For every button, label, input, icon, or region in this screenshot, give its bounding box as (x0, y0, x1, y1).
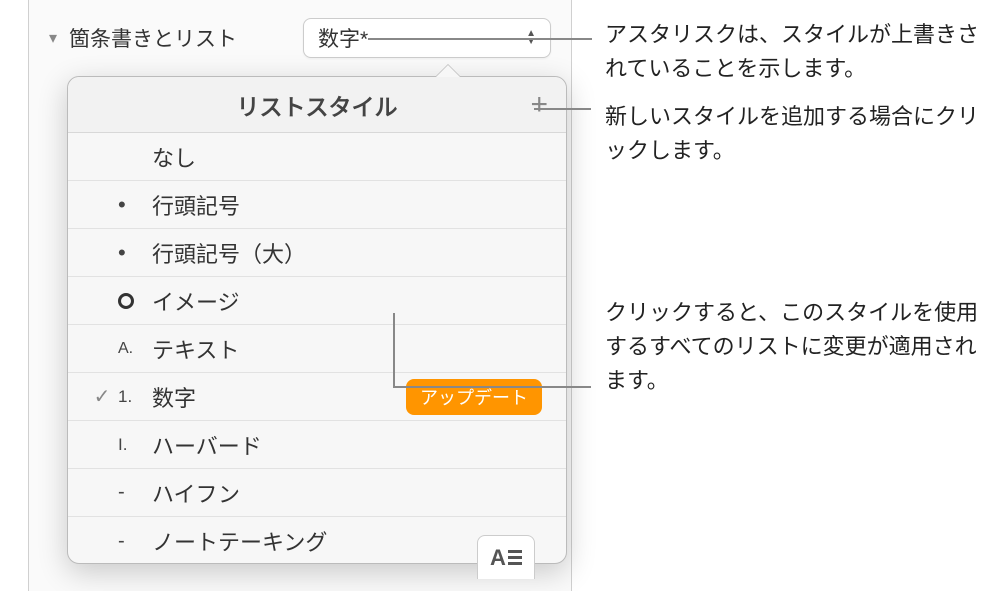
bullet-icon: - (118, 530, 152, 553)
list-item-label: テキスト (152, 333, 548, 365)
bullet-icon: - (118, 481, 152, 504)
add-style-button[interactable]: + (530, 90, 548, 120)
popover-title: リストスタイル (237, 88, 398, 122)
callout-update: クリックすると、このスタイルを使用するすべてのリストに変更が適用されます。 (605, 296, 985, 398)
list-item-label: 行頭記号（大） (152, 237, 548, 269)
list-item-label: イメージ (152, 285, 548, 317)
list-item-bullet[interactable]: • 行頭記号 (68, 181, 566, 229)
format-panel: ▾ 箇条書きとリスト 数字* ▲▼ リストスタイル + なし • 行頭記号 (28, 0, 572, 591)
list-item-text[interactable]: A. テキスト (68, 325, 566, 373)
dropdown-value: 数字* (318, 23, 368, 53)
popover-header: リストスタイル + (68, 77, 566, 133)
list-item-label: ハーバード (152, 429, 548, 461)
list-item-none[interactable]: なし (68, 133, 566, 181)
callout-asterisk: アスタリスクは、スタイルが上書きされていることを示します。 (605, 18, 985, 86)
callout-line (393, 386, 591, 388)
callout-line (534, 108, 591, 110)
callout-line (393, 313, 395, 387)
bullet-icon: • (118, 192, 152, 218)
section-title: 箇条書きとリスト (69, 23, 237, 53)
chevron-down-icon[interactable]: ▾ (49, 28, 57, 48)
callout-line (368, 38, 592, 40)
list-item-label: 行頭記号 (152, 189, 548, 221)
style-list: なし • 行頭記号 • 行頭記号（大） イメージ A. テキスト (68, 133, 566, 563)
list-item-image[interactable]: イメージ (68, 277, 566, 325)
bullet-icon: I. (118, 435, 152, 455)
list-style-popover: リストスタイル + なし • 行頭記号 • 行頭記号（大） (67, 76, 567, 564)
list-item-bullet-large[interactable]: • 行頭記号（大） (68, 229, 566, 277)
list-item-harvard[interactable]: I. ハーバード (68, 421, 566, 469)
list-item-label: ハイフン (152, 477, 548, 509)
list-item-number[interactable]: ✓ 1. 数字 アップデート (68, 373, 566, 421)
bullet-icon: • (118, 240, 152, 266)
list-item-label: 数字 (152, 381, 406, 413)
text-format-icon[interactable]: A (477, 535, 535, 579)
bullet-icon: 1. (118, 387, 152, 407)
update-button[interactable]: アップデート (406, 379, 542, 415)
section-header-row: ▾ 箇条書きとリスト 数字* ▲▼ (29, 0, 571, 68)
callout-add: 新しいスタイルを追加する場合にクリックします。 (605, 100, 985, 168)
circle-bullet-icon (118, 293, 152, 309)
check-icon: ✓ (86, 384, 118, 409)
list-item-hyphen[interactable]: - ハイフン (68, 469, 566, 517)
bullet-icon: A. (118, 340, 152, 358)
list-item-label: なし (152, 141, 548, 173)
